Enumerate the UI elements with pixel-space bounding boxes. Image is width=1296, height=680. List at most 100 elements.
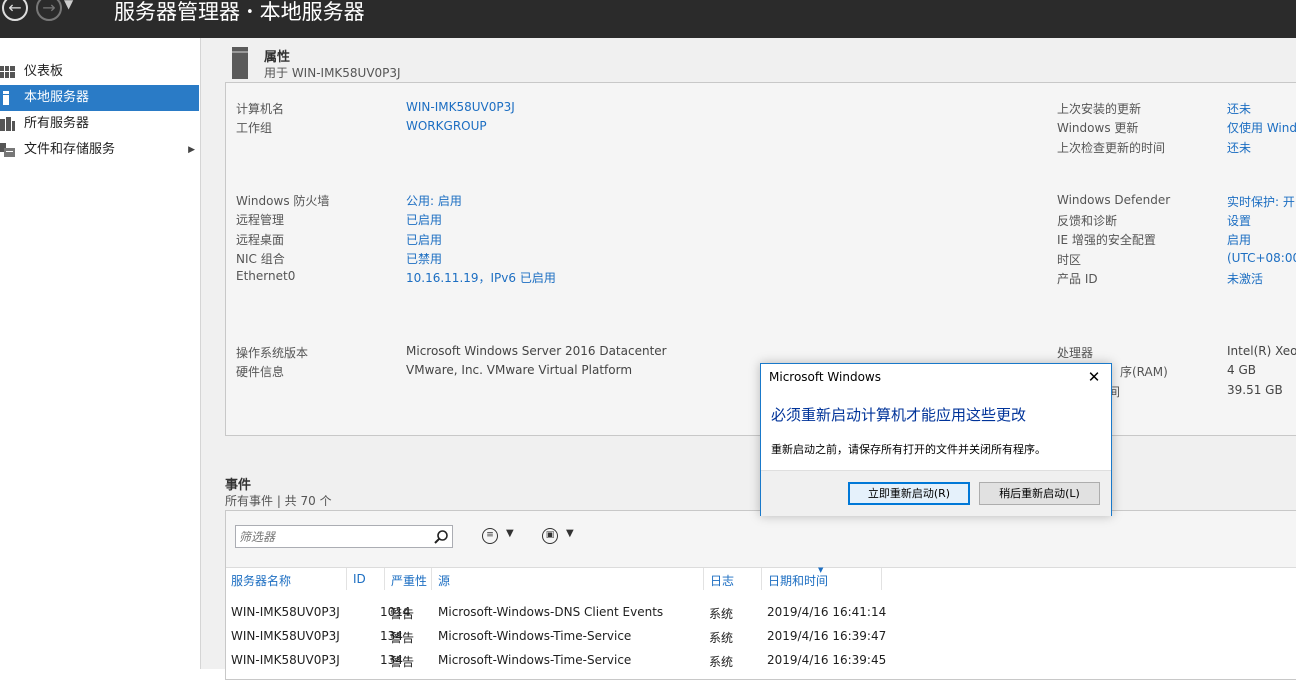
remote-management-link[interactable]: 已启用 [406, 211, 442, 228]
cell-severity: 警告 [390, 607, 415, 621]
events-subtitle: 所有事件 | 共 70 个 [225, 494, 332, 508]
search-icon[interactable] [433, 529, 449, 545]
cell-severity: 警告 [390, 655, 415, 669]
prop-label: 时区 [1057, 253, 1082, 267]
sidebar-item-label: 本地服务器 [24, 90, 90, 105]
column-divider [703, 568, 704, 590]
disk-value: 39.51 GB [1227, 383, 1283, 397]
timezone-link[interactable]: (UTC+08:00 [1227, 251, 1296, 265]
workgroup-link[interactable]: WORKGROUP [406, 119, 487, 133]
windows-update-link[interactable]: 仅使用 Wind [1227, 119, 1296, 136]
ie-esc-link[interactable]: 启用 [1227, 231, 1251, 248]
properties-subtitle: 用于 WIN-IMK58UV0P3J [264, 66, 401, 80]
prop-label: Windows Defender [1057, 193, 1171, 207]
ram-value: 4 GB [1227, 363, 1256, 377]
sidebar-item-label: 所有服务器 [24, 116, 90, 131]
server-tower-icon [232, 47, 248, 79]
file-storage-icon [0, 143, 15, 157]
column-header-datetime[interactable]: 日期和时间 [768, 572, 828, 589]
prop-label: 计算机名 [236, 102, 285, 116]
column-header-server[interactable]: 服务器名称 [231, 572, 291, 589]
table-row[interactable]: WIN-IMK58UV0P3J 1014 警告 Microsoft-Window… [226, 601, 1296, 623]
product-id-link[interactable]: 未激活 [1227, 270, 1263, 287]
expand-arrow-icon[interactable]: ▶ [188, 137, 195, 163]
save-query-button[interactable]: ▣ ▼ [542, 526, 582, 548]
column-divider [431, 568, 432, 590]
all-servers-icon [0, 117, 15, 131]
prop-label: Ethernet0 [236, 269, 296, 283]
prop-label: 硬件信息 [236, 365, 285, 379]
column-header-id[interactable]: ID [353, 572, 366, 586]
prop-label: 产品 ID [1057, 272, 1098, 286]
breadcrumb-root[interactable]: 服务器管理器 [114, 0, 240, 24]
column-header-source[interactable]: 源 [438, 572, 450, 589]
cell-log: 系统 [709, 631, 734, 645]
sidebar-item-file-storage[interactable]: 文件和存储服务 ▶ [0, 137, 199, 163]
sidebar: 仪表板 本地服务器 所有服务器 文件和存储服务 ▶ [0, 38, 201, 669]
dialog-footer: 立即重新启动(R) 稍后重新启动(L) [761, 470, 1111, 516]
close-icon[interactable]: ✕ [1085, 368, 1103, 386]
column-divider [346, 568, 347, 590]
firewall-link[interactable]: 公用: 启用 [406, 192, 462, 209]
ethernet-link[interactable]: 10.16.11.19，IPv6 已启用 [406, 269, 556, 286]
back-arrow-icon[interactable]: ← [2, 0, 28, 21]
prop-label: 工作组 [236, 121, 273, 135]
computer-name-link[interactable]: WIN-IMK58UV0P3J [406, 100, 515, 114]
processor-value: Intel(R) Xeon [1227, 344, 1296, 358]
column-divider [881, 568, 882, 590]
list-options-icon: ≡ [482, 528, 498, 544]
filter-box [235, 525, 453, 548]
cell-log: 系统 [709, 655, 734, 669]
column-divider [761, 568, 762, 590]
dashboard-icon [0, 66, 15, 78]
nav-history-dropdown-icon[interactable]: ▼ [64, 0, 73, 11]
sidebar-item-dashboard[interactable]: 仪表板 [0, 59, 199, 85]
prop-label: 远程管理 [236, 213, 285, 227]
sidebar-item-local-server[interactable]: 本地服务器 [0, 85, 199, 111]
cell-source: Microsoft-Windows-Time-Service [438, 653, 632, 667]
dialog-content: 重新启动之前，请保存所有打开的文件并关闭所有程序。 [771, 443, 1046, 456]
prop-label: Windows 防火墙 [236, 194, 330, 208]
sort-indicator-icon: ▼ [818, 566, 824, 574]
prop-label: 序(RAM) [1120, 365, 1168, 379]
breadcrumb-separator: • [246, 5, 254, 20]
local-server-icon [3, 91, 9, 105]
dialog-main-instruction: 必须重新启动计算机才能应用这些更改 [771, 406, 1027, 424]
restart-now-button[interactable]: 立即重新启动(R) [848, 482, 970, 505]
chevron-down-icon: ▼ [506, 528, 514, 539]
last-update-link[interactable]: 还未 [1227, 100, 1251, 117]
title-bar: ← → ▼ 服务器管理器 • 本地服务器 [0, 0, 1296, 38]
cell-server: WIN-IMK58UV0P3J [231, 629, 340, 643]
prop-label: 远程桌面 [236, 233, 285, 247]
sidebar-item-all-servers[interactable]: 所有服务器 [0, 111, 199, 137]
cell-source: Microsoft-Windows-Time-Service [438, 629, 632, 643]
table-row[interactable]: WIN-IMK58UV0P3J 134 警告 Microsoft-Windows… [226, 649, 1296, 669]
events-title: 事件 [225, 478, 252, 493]
column-header-log[interactable]: 日志 [710, 572, 734, 589]
properties-title: 属性 [264, 50, 291, 65]
feedback-link[interactable]: 设置 [1227, 212, 1251, 229]
column-divider [384, 568, 385, 590]
hardware-info-value: VMware, Inc. VMware Virtual Platform [406, 363, 633, 377]
last-check-link[interactable]: 还未 [1227, 139, 1251, 156]
cell-source: Microsoft-Windows-DNS Client Events [438, 605, 664, 619]
nic-teaming-link[interactable]: 已禁用 [406, 250, 442, 267]
list-options-button[interactable]: ≡ ▼ [482, 526, 522, 548]
prop-label: 上次检查更新的时间 [1057, 141, 1166, 155]
table-row[interactable]: WIN-IMK58UV0P3J 134 警告 Microsoft-Windows… [226, 625, 1296, 647]
column-header-severity[interactable]: 严重性 [391, 572, 427, 589]
prop-label: 反馈和诊断 [1057, 214, 1118, 228]
filter-input[interactable] [239, 528, 429, 545]
forward-arrow-icon[interactable]: → [36, 0, 62, 21]
remote-desktop-link[interactable]: 已启用 [406, 231, 442, 248]
defender-link[interactable]: 实时保护: 开 [1227, 193, 1295, 210]
cell-server: WIN-IMK58UV0P3J [231, 653, 340, 667]
save-query-icon: ▣ [542, 528, 558, 544]
restart-dialog: Microsoft Windows ✕ 必须重新启动计算机才能应用这些更改 重新… [760, 363, 1112, 516]
prop-label: Windows 更新 [1057, 121, 1139, 135]
os-version-value: Microsoft Windows Server 2016 Datacenter [406, 344, 667, 358]
restart-later-button[interactable]: 稍后重新启动(L) [979, 482, 1100, 505]
chevron-down-icon: ▼ [566, 528, 574, 539]
cell-log: 系统 [709, 607, 734, 621]
prop-label: 操作系统版本 [236, 346, 309, 360]
